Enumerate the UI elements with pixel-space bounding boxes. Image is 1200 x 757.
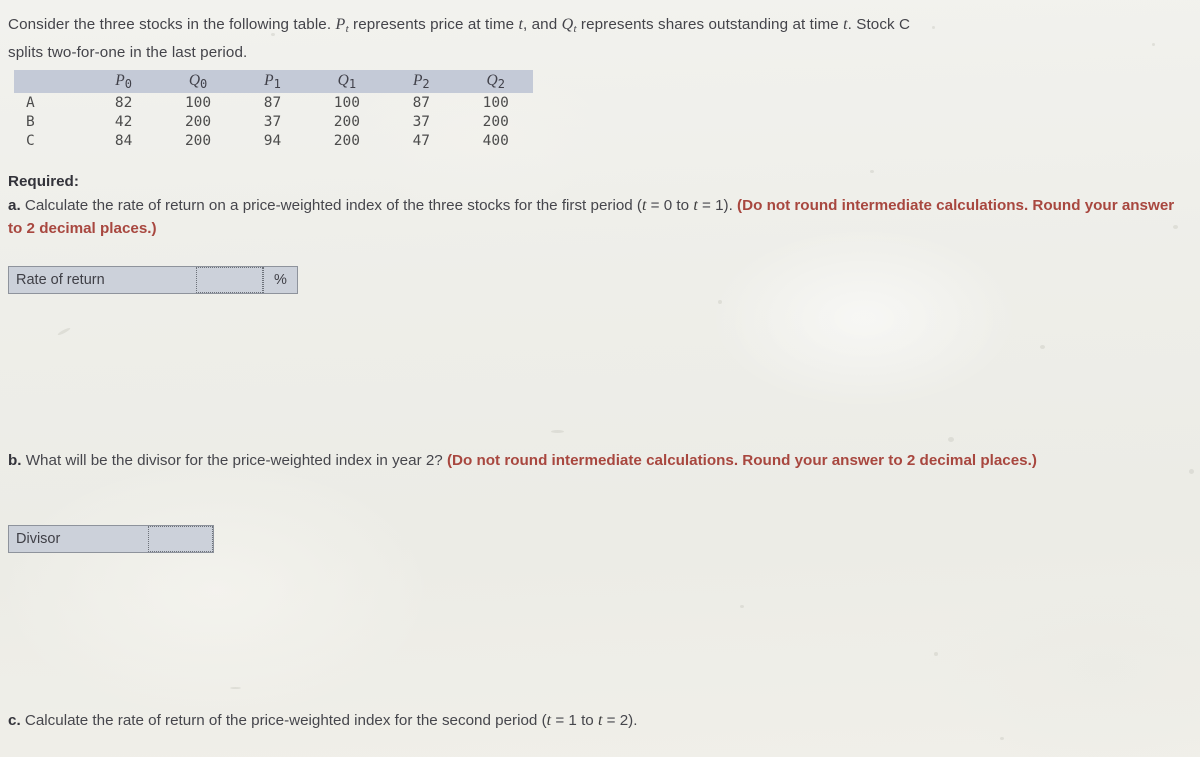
table-row: C 84 200 94 200 47 400	[14, 131, 533, 150]
question-a-text: Calculate the rate of return on a price-…	[20, 196, 642, 214]
rate-of-return-answer-row[interactable]: Rate of return %	[8, 266, 298, 294]
column-header-q0: Q0	[160, 70, 236, 93]
cell-a-q2: 100	[482, 94, 509, 111]
intro-text-3: , and	[523, 16, 562, 34]
required-section: Required: a. Calculate the rate of retur…	[8, 170, 1188, 241]
intro-text-2: represents price at time	[348, 16, 519, 34]
question-c-text: Calculate the rate of return of the pric…	[20, 712, 547, 729]
cell-a-p1: 87	[263, 94, 282, 111]
question-b-emphasis-2: decimal places.)	[919, 452, 1037, 469]
table-row: A 82 100 87 100 87 100	[14, 93, 533, 112]
cell-c-q2: 400	[482, 132, 509, 149]
rate-of-return-label: Rate of return	[16, 272, 105, 288]
cell-c-q1: 200	[333, 132, 360, 149]
question-c-eq2: = 2).	[602, 712, 638, 729]
intro-text-5: . Stock C	[847, 16, 911, 34]
question-b-emphasis-1: (Do not round intermediate calculations.…	[446, 452, 916, 469]
cell-b-q2: 200	[482, 113, 509, 130]
row-label-c: C	[26, 132, 35, 149]
column-header-p0: P0	[86, 70, 161, 93]
question-c-eq1: = 1 to	[551, 712, 598, 729]
cell-b-q0: 200	[184, 113, 212, 130]
question-a-eq1: = 0 to	[646, 196, 694, 214]
cell-a-p2: 87	[412, 94, 431, 111]
row-label-b: B	[26, 113, 35, 130]
table-header-row: P0 Q0 P1 Q1 P2 Q2	[14, 70, 533, 93]
cell-b-p2: 37	[412, 113, 431, 130]
question-c: c. Calculate the rate of return of the p…	[8, 709, 1188, 733]
cell-c-p1: 94	[263, 132, 282, 149]
question-b-text: What will be the divisor for the price-w…	[21, 452, 447, 469]
cell-c-p2: 47	[412, 132, 431, 149]
question-c-label: c.	[8, 712, 21, 729]
cell-b-p0: 42	[114, 113, 133, 130]
quantity-symbol: Q	[561, 16, 574, 34]
required-heading: Required:	[8, 173, 79, 190]
cell-a-q0: 100	[184, 94, 212, 111]
table-row: B 42 200 37 200 37 200	[14, 112, 533, 131]
question-b-label: b.	[8, 452, 22, 469]
table-corner-cell	[14, 70, 87, 93]
intro-text-4: represents shares outstanding at time	[576, 16, 844, 34]
question-a-emphasis-1: (Do not round	[737, 196, 838, 214]
cell-a-q1: 100	[333, 94, 360, 111]
worksheet-page: Consider the three stocks in the followi…	[0, 0, 1200, 757]
cell-c-q0: 200	[184, 132, 212, 149]
intro-text-1: Consider the three stocks in the followi…	[8, 16, 336, 34]
divisor-answer-row[interactable]: Divisor	[8, 525, 214, 553]
stock-data-table: P0 Q0 P1 Q1 P2 Q2 A 82 100 87 100 87 100…	[14, 70, 533, 150]
column-header-p2: P2	[384, 70, 459, 93]
intro-line-2: splits two-for-one in the last period.	[8, 44, 248, 62]
cell-c-p0: 84	[114, 132, 133, 149]
cell-b-q1: 200	[333, 113, 360, 130]
divisor-label: Divisor	[16, 531, 61, 547]
cell-a-p0: 82	[114, 94, 133, 111]
cell-b-p1: 37	[263, 113, 282, 130]
question-a-eq2: = 1).	[697, 196, 738, 214]
divisor-input[interactable]	[148, 526, 213, 552]
question-b: b. What will be the divisor for the pric…	[8, 449, 1188, 473]
row-label-a: A	[26, 94, 35, 111]
percent-unit-label: %	[263, 267, 297, 293]
column-header-p1: P1	[235, 70, 310, 93]
rate-of-return-input[interactable]	[196, 267, 263, 293]
column-header-q2: Q2	[458, 70, 533, 93]
problem-intro: Consider the three stocks in the followi…	[8, 13, 1183, 64]
column-header-q1: Q1	[309, 70, 385, 93]
question-a-label: a.	[8, 196, 21, 214]
price-symbol: P	[335, 16, 346, 34]
